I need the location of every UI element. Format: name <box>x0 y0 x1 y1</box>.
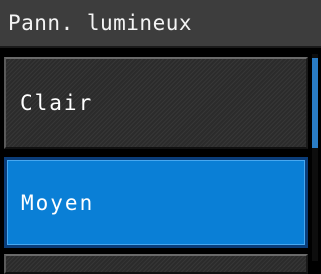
menu-item-moyen[interactable]: Moyen <box>4 157 308 248</box>
menu-item-next[interactable] <box>4 254 308 274</box>
menu-item-clair[interactable]: Clair <box>4 57 308 149</box>
scrollbar[interactable] <box>312 54 318 261</box>
lcd-screen: { "header": { "title": "Pann. lumineux" … <box>0 0 321 274</box>
menu-item-label: Clair <box>20 91 94 115</box>
scrollbar-thumb[interactable] <box>312 58 318 148</box>
menu-item-label: Moyen <box>21 190 95 215</box>
screen-title: Pann. lumineux <box>8 11 193 35</box>
title-bar: Pann. lumineux <box>0 0 321 48</box>
